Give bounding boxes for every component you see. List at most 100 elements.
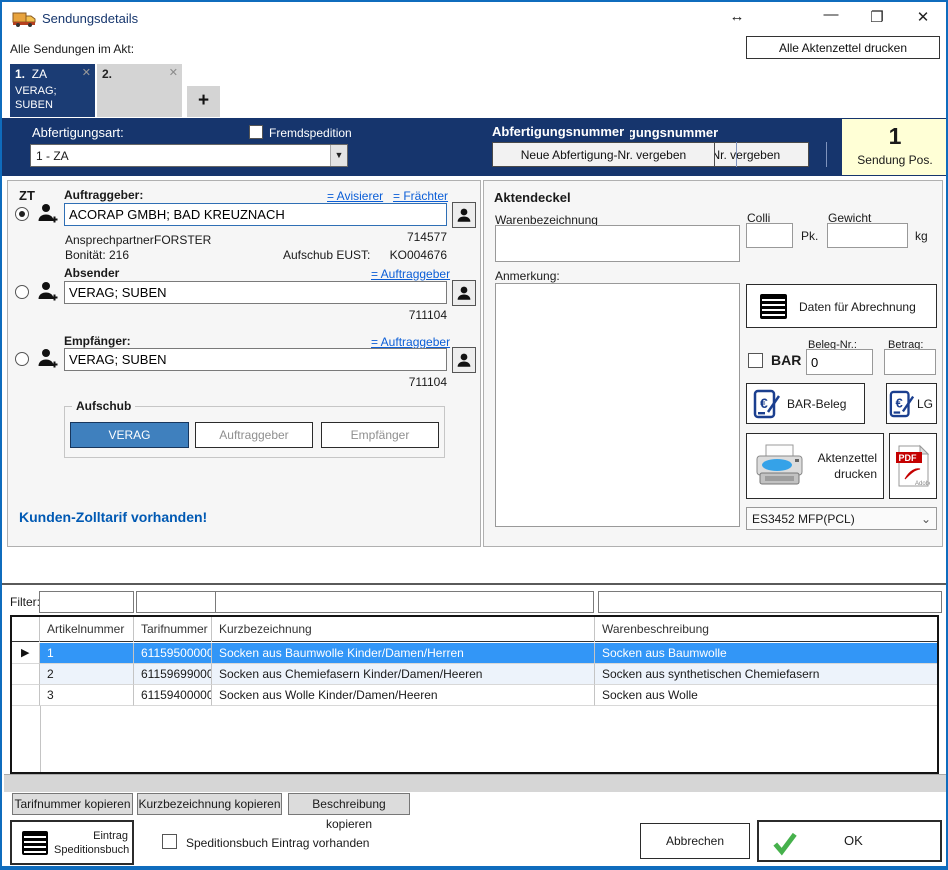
speditionsbuch-checkbox[interactable] <box>162 834 177 849</box>
empfaenger-label: Empfänger: <box>64 334 131 348</box>
absender-contact-button[interactable] <box>452 280 476 306</box>
table-row[interactable]: ▶ 1 61159500000 Socken aus Baumwolle Kin… <box>12 643 937 664</box>
abfertigungsart-arrow-icon[interactable]: ▼ <box>330 145 347 166</box>
warenbezeichnung-input[interactable] <box>495 225 740 262</box>
gewicht-input[interactable] <box>827 223 908 248</box>
header-tarifnummer[interactable]: Tarifnummer <box>134 617 212 642</box>
table-row[interactable]: 2 61159699000 Socken aus Chemiefasern Ki… <box>12 664 937 685</box>
svg-text:Adobe: Adobe <box>915 481 930 487</box>
printer-chevron-icon[interactable]: ⌄ <box>921 512 936 526</box>
colli-unit-label: Pk. <box>801 229 818 243</box>
cell-warenbeschreibung: Socken aus Wolle <box>595 685 937 706</box>
resize-icon[interactable]: ↔ <box>724 8 750 25</box>
absender-input[interactable] <box>64 281 447 304</box>
empfaenger-radio[interactable] <box>15 352 29 366</box>
absender-auftraggeber-link[interactable]: = Auftraggeber <box>371 267 450 281</box>
cell-kurzbezeichnung: Socken aus Wolle Kinder/Damen/Heeren <box>212 685 595 706</box>
empfaenger-input[interactable] <box>64 348 447 371</box>
avisierer-link[interactable]: = Avisierer <box>327 189 383 203</box>
bonitaet-value: 216 <box>109 248 129 262</box>
print-all-aktenzettel-button[interactable]: Alle Aktenzettel drucken <box>746 36 940 59</box>
cell-warenbeschreibung: Socken aus Baumwolle <box>595 643 937 664</box>
neue-abfertigung-button[interactable]: Neue Abfertigung-Nr. vergeben <box>492 142 715 167</box>
bar-label: BAR <box>771 352 801 368</box>
euro-document-icon: € <box>753 389 781 422</box>
empfaenger-add-contact-icon[interactable] <box>36 346 60 373</box>
fraechter-link[interactable]: = Frächter <box>393 189 448 203</box>
svg-text:€: € <box>760 395 768 411</box>
add-shipment-button[interactable]: + <box>187 86 220 117</box>
cancel-button[interactable]: Abbrechen <box>640 823 750 859</box>
minimize-icon[interactable]: — <box>818 6 844 23</box>
close-icon[interactable]: ✕ <box>910 8 936 26</box>
table-horizontal-scrollbar[interactable] <box>4 774 948 792</box>
maximize-icon[interactable]: ❐ <box>864 8 890 26</box>
pdf-button[interactable]: PDF Adobe <box>889 433 937 499</box>
copy-beschreibung-button[interactable]: Beschreibung kopieren <box>288 793 410 815</box>
cell-kurzbezeichnung: Socken aus Baumwolle Kinder/Damen/Herren <box>212 643 595 664</box>
gewicht-unit-label: kg <box>915 229 928 243</box>
abfertigungsnummer-label-overlay: Abfertigungsnummer <box>492 124 630 139</box>
beleg-nr-input[interactable] <box>806 349 873 375</box>
fremdspedition-checkbox[interactable] <box>249 125 263 139</box>
copy-tarifnummer-button[interactable]: Tarifnummer kopieren <box>12 793 133 815</box>
betrag-input[interactable] <box>884 349 936 375</box>
position-count: 1 <box>842 123 948 150</box>
aufschub-verag-button[interactable]: VERAG <box>70 422 189 448</box>
header-kurzbezeichnung[interactable]: Kurzbezeichnung <box>212 617 595 642</box>
bar-beleg-button[interactable]: € BAR-Beleg <box>746 383 865 424</box>
empfaenger-number: 711104 <box>332 375 447 389</box>
absender-radio[interactable] <box>15 285 29 299</box>
tab2-close-icon[interactable]: ✕ <box>169 66 178 79</box>
cell-artikelnummer: 3 <box>40 685 134 706</box>
add-contact-icon[interactable] <box>36 201 60 228</box>
bar-checkbox[interactable] <box>748 353 763 368</box>
svg-text:€: € <box>896 396 903 411</box>
aktendeckel-title: Aktendeckel <box>494 190 571 205</box>
printer-select[interactable]: ES3452 MFP(PCL) ⌄ <box>746 507 937 530</box>
auftraggeber-radio[interactable] <box>15 207 29 221</box>
copy-kurzbezeichnung-button[interactable]: Kurzbezeichnung kopieren <box>137 793 282 815</box>
aufschub-auftraggeber-button[interactable]: Auftraggeber <box>195 422 313 448</box>
abfertigungsart-select[interactable]: 1 - ZA ▼ <box>30 144 348 167</box>
aktenzettel-drucken-button[interactable]: Aktenzettel drucken <box>746 433 884 499</box>
header-selector <box>12 617 40 642</box>
shipment-tab-2[interactable]: 2. ✕ <box>97 64 182 117</box>
aufschub-empfaenger-button[interactable]: Empfänger <box>321 422 439 448</box>
check-icon <box>772 830 798 859</box>
tab2-number: 2. <box>102 67 112 81</box>
anmerkung-label: Anmerkung: <box>495 269 560 283</box>
row-selector <box>12 664 40 685</box>
table-row[interactable]: 3 61159400000 Socken aus Wolle Kinder/Da… <box>12 685 937 706</box>
position-counter: 1 Sendung Pos. <box>842 119 948 175</box>
ok-button[interactable]: OK <box>757 820 942 862</box>
auftraggeber-contact-button[interactable] <box>452 202 476 228</box>
window-title: Sendungsdetails <box>42 11 138 26</box>
list-lines-icon <box>760 294 787 319</box>
tab1-close-icon[interactable]: ✕ <box>82 66 91 79</box>
daten-abrechnung-button[interactable]: Daten für Abrechnung <box>746 284 937 328</box>
filter-input-kurzbezeichnung[interactable] <box>215 591 594 613</box>
processing-band: Abfertigungsart: 1 - ZA ▼ Fremdspedition… <box>2 118 946 176</box>
aktenzettel-drucken-label: Aktenzettel drucken <box>809 451 877 482</box>
aufschub-legend: Aufschub <box>72 399 135 413</box>
header-warenbeschreibung[interactable]: Warenbeschreibung <box>595 617 937 642</box>
eintrag-speditionsbuch-button[interactable]: Eintrag Speditionsbuch <box>10 820 134 865</box>
colli-input[interactable] <box>746 223 793 248</box>
anmerkung-textarea[interactable] <box>495 283 740 527</box>
filter-input-artikelnummer[interactable] <box>39 591 134 613</box>
empfaenger-contact-button[interactable] <box>452 347 476 373</box>
cell-tarifnummer: 61159500000 <box>134 643 212 664</box>
shipment-tab-1[interactable]: 1. ZA ✕ VERAG; SUBEN <box>10 64 95 117</box>
filter-input-warenbeschreibung[interactable] <box>598 591 942 613</box>
auftraggeber-label: Auftraggeber: <box>64 188 143 202</box>
all-shipments-label: Alle Sendungen im Akt: <box>10 42 134 56</box>
header-artikelnummer[interactable]: Artikelnummer <box>40 617 134 642</box>
eintrag-speditionsbuch-label: Eintrag Speditionsbuch <box>54 829 128 858</box>
absender-add-contact-icon[interactable] <box>36 279 60 306</box>
empfaenger-auftraggeber-link[interactable]: = Auftraggeber <box>371 335 450 349</box>
table-header-row: Artikelnummer Tarifnummer Kurzbezeichnun… <box>12 617 937 642</box>
aufschub-eust-value: KO004676 <box>332 248 447 262</box>
lg-button[interactable]: € LG <box>886 383 937 424</box>
auftraggeber-input[interactable] <box>64 203 447 226</box>
